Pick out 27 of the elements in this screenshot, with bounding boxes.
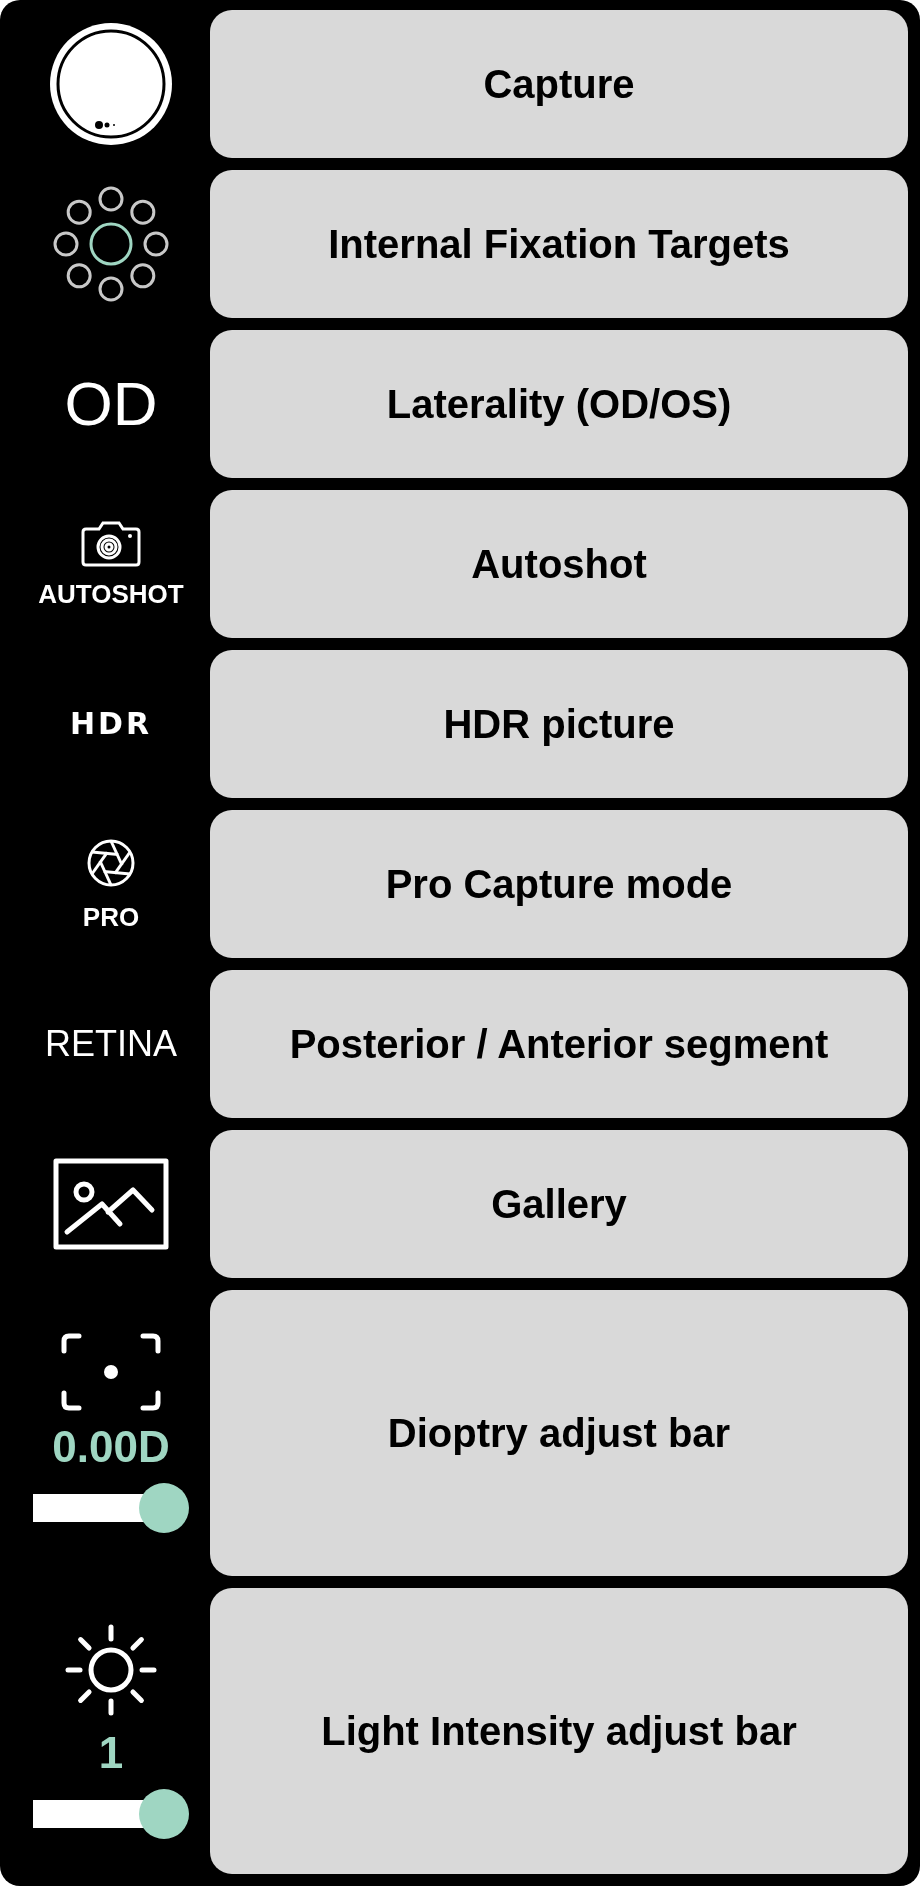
feature-label: HDR picture: [210, 650, 908, 798]
slider-track[interactable]: [33, 1483, 189, 1533]
feature-label: Gallery: [210, 1130, 908, 1278]
feature-label: Autoshot: [210, 490, 908, 638]
sun-icon: [64, 1623, 158, 1717]
feature-label: Posterior / Anterior segment: [210, 970, 908, 1118]
feature-label: Dioptry adjust bar: [210, 1290, 908, 1576]
slider-track[interactable]: [33, 1789, 189, 1839]
mode-label[interactable]: OD: [64, 373, 158, 435]
slider-thumb[interactable]: [139, 1789, 189, 1839]
feature-label: Laterality (OD/OS): [210, 330, 908, 478]
slider-reading: 1: [98, 1731, 124, 1775]
mode-label: AUTOSHOT: [38, 581, 184, 607]
feature-label: Light Intensity adjust bar: [210, 1588, 908, 1874]
gallery-icon[interactable]: [53, 1158, 169, 1250]
mode-label[interactable]: RETINA: [45, 1026, 177, 1062]
fixation-targets-icon[interactable]: [52, 185, 170, 303]
focus-icon: [61, 1333, 161, 1411]
camera-icon[interactable]: [81, 521, 141, 567]
feature-label: Internal Fixation Targets: [210, 170, 908, 318]
slider-reading: 0.00D: [52, 1425, 170, 1469]
mode-label[interactable]: HDR: [69, 709, 153, 739]
mode-label: PRO: [82, 904, 140, 930]
feature-label: Capture: [210, 10, 908, 158]
feature-label: Pro Capture mode: [210, 810, 908, 958]
aperture-icon[interactable]: [86, 838, 136, 888]
slider-thumb[interactable]: [139, 1483, 189, 1533]
